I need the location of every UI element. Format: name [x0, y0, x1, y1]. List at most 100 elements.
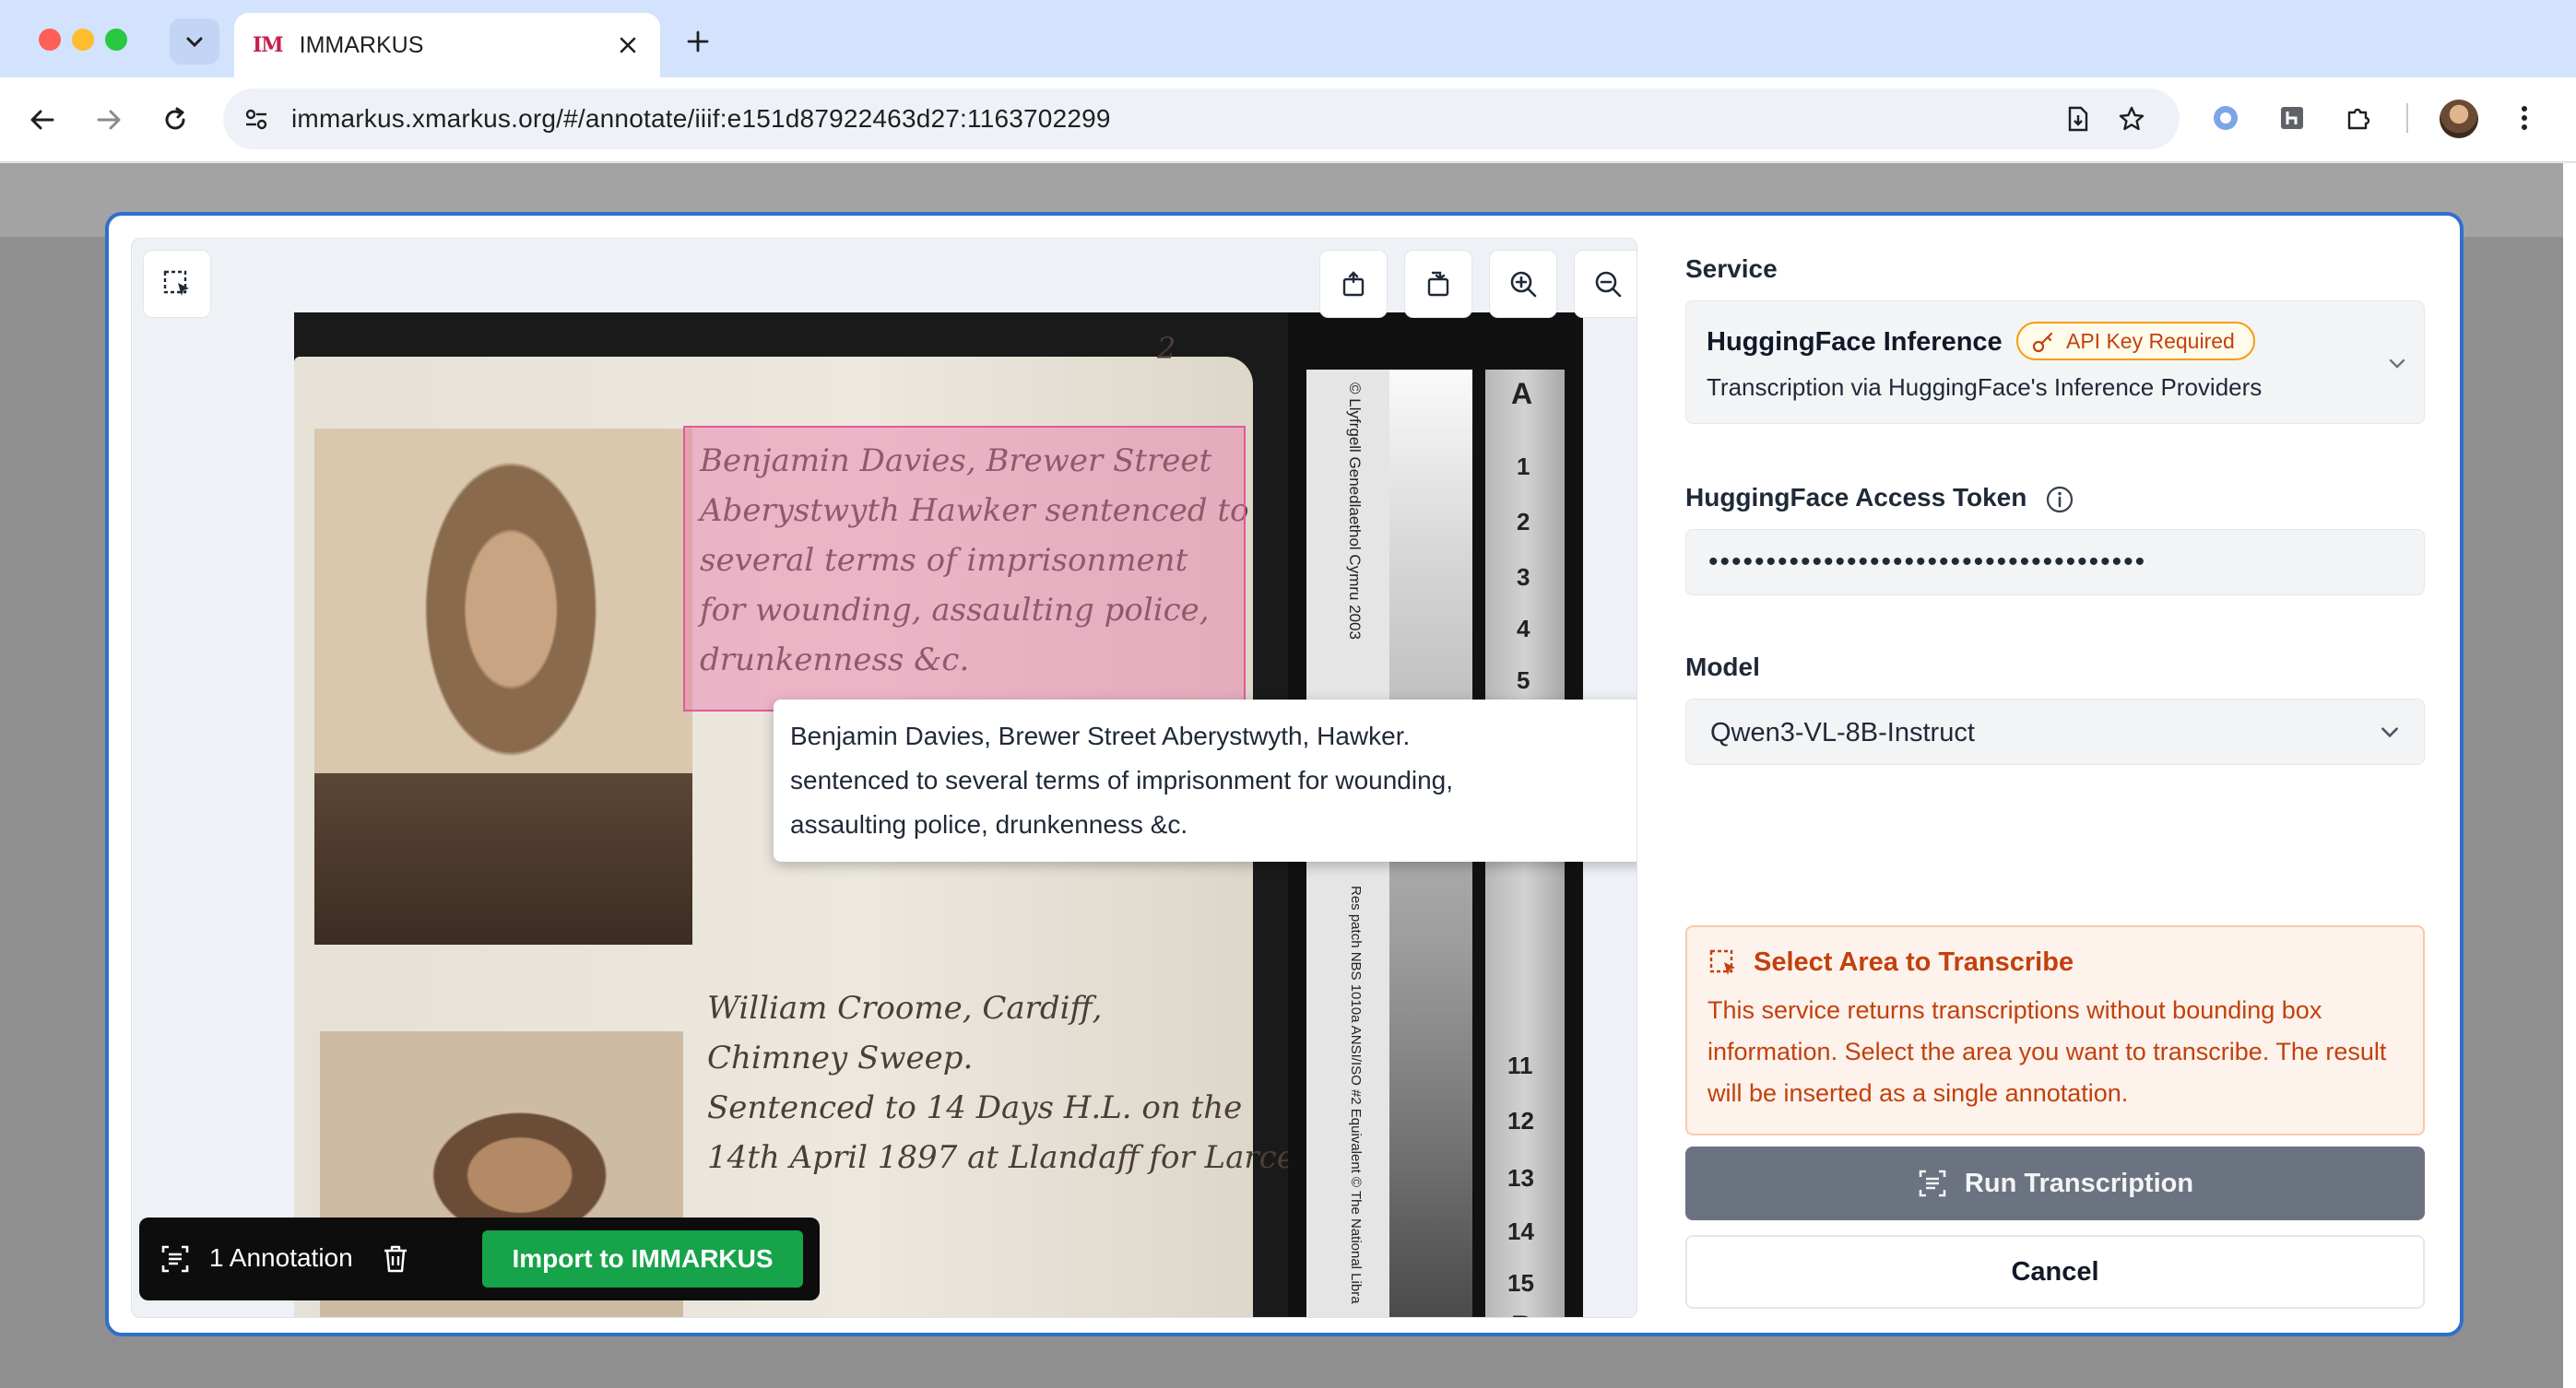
trash-icon[interactable]: [381, 1243, 410, 1275]
ruler-number: 3: [1517, 563, 1530, 591]
chevron-down-icon: [2383, 349, 2411, 377]
immarkus-favicon-icon: IM: [253, 33, 284, 57]
service-settings-panel: Service HuggingFace Inference API Key Re…: [1685, 216, 2441, 1333]
zoom-out-icon: [1595, 271, 1622, 298]
service-description: Transcription via HuggingFace's Inferenc…: [1707, 373, 2263, 401]
tab-search-button[interactable]: [170, 18, 219, 65]
strip-text-bottom: Res patch NBS 1010a ANSI/ISO #2 Equivale…: [1348, 886, 1364, 1304]
model-value: Qwen3-VL-8B-Instruct: [1710, 718, 1975, 747]
page-scroll-edge: [2563, 163, 2576, 1388]
close-icon: [620, 37, 636, 53]
select-area-icon: [163, 270, 189, 296]
key-icon: [2032, 332, 2053, 353]
annotation-icon: [161, 1245, 189, 1273]
site-settings-button[interactable]: [238, 100, 275, 137]
transcription-text: Benjamin Davies, Brewer Street Aberystwy…: [790, 722, 1454, 839]
alert-title: Select Area to Transcribe: [1754, 947, 2074, 977]
mugshot-photo-1-coat: [314, 773, 692, 945]
new-tab-button[interactable]: [677, 20, 719, 63]
rotate-left-button[interactable]: [1319, 250, 1388, 318]
arrow-left-icon: [30, 110, 54, 130]
zoom-in-icon: [1510, 271, 1537, 298]
model-select[interactable]: Qwen3-VL-8B-Instruct: [1685, 699, 2425, 765]
kebab-menu-icon: [2522, 106, 2527, 130]
service-select[interactable]: HuggingFace Inference API Key Required T…: [1685, 300, 2425, 424]
extension-icon-1[interactable]: [2205, 98, 2246, 138]
transcription-modal: 2 Benjamin Davies, Brewer Street Aberyst…: [105, 212, 2464, 1336]
star-icon: [2119, 106, 2145, 131]
tune-icon: [245, 109, 267, 130]
ruler-number: 14: [1507, 1217, 1534, 1245]
profile-avatar[interactable]: [2440, 100, 2478, 138]
forward-button[interactable]: [87, 98, 131, 142]
import-to-immarkus-button[interactable]: Import to IMMARKUS: [482, 1230, 803, 1288]
install-app-button[interactable]: [2060, 100, 2097, 137]
browser-tab[interactable]: IM IMMARKUS: [234, 13, 660, 77]
extension-loop-icon: [2214, 106, 2238, 130]
tab-title: IMMARKUS: [299, 31, 424, 58]
reload-icon: [165, 107, 185, 130]
rotate-right-icon: [1427, 271, 1449, 297]
rotate-left-icon: [1342, 271, 1365, 297]
service-label: Service: [1685, 254, 1778, 283]
image-viewer: 2 Benjamin Davies, Brewer Street Aberyst…: [131, 238, 1637, 1318]
cancel-button[interactable]: Cancel: [1685, 1235, 2425, 1309]
access-token-input[interactable]: ••••••••••••••••••••••••••••••••••••••: [1685, 529, 2425, 595]
extensions-button[interactable]: [2338, 98, 2379, 138]
bookmark-button[interactable]: [2113, 100, 2150, 137]
alert-body: This service returns transcriptions with…: [1707, 996, 2387, 1107]
chevron-down-icon: [2376, 718, 2404, 746]
ruler-number: 4: [1517, 615, 1530, 642]
ruler-number: 11: [1507, 1052, 1533, 1079]
window-maximize-button[interactable]: [105, 29, 127, 51]
ruler-number: 1: [1517, 453, 1530, 480]
annotation-toolbar: 1 Annotation Import to IMMARKUS: [139, 1217, 820, 1300]
rotate-right-button[interactable]: [1404, 250, 1472, 318]
zoom-out-button[interactable]: [1574, 250, 1637, 318]
ruler-letter-a: A: [1511, 377, 1533, 410]
url-text[interactable]: immarkus.xmarkus.org/#/annotate/iiif:e15…: [291, 104, 1111, 134]
tab-close-button[interactable]: [612, 29, 644, 61]
handwriting-line: 14th April 1897 at Llandaff for Larceny: [707, 1139, 1333, 1176]
back-button[interactable]: [20, 98, 65, 142]
select-area-icon: [1709, 949, 1735, 975]
api-key-required-badge: API Key Required: [2016, 322, 2255, 360]
extension-h-icon: [2281, 107, 2303, 129]
handwriting-line: William Croome, Cardiff,: [707, 990, 1103, 1027]
ruler-number: 12: [1507, 1107, 1534, 1135]
handwriting-line: Sentenced to 14 Days H.L. on the: [707, 1089, 1243, 1126]
annotation-count: 1 Annotation: [209, 1243, 353, 1272]
service-name: HuggingFace Inference: [1707, 327, 2003, 357]
ruler-number: 13: [1507, 1164, 1534, 1192]
zoom-in-button[interactable]: [1489, 250, 1557, 318]
model-label: Model: [1685, 653, 1760, 681]
run-transcription-label: Run Transcription: [1964, 1168, 2194, 1198]
transcription-icon: [1919, 1170, 1946, 1197]
window-close-button[interactable]: [39, 29, 61, 51]
extension-icon-2[interactable]: [2272, 98, 2312, 138]
browser-toolbar: immarkus.xmarkus.org/#/annotate/iiif:e15…: [0, 77, 2576, 162]
info-icon[interactable]: [2045, 485, 2074, 514]
run-transcription-button[interactable]: Run Transcription: [1685, 1147, 2425, 1220]
address-bar[interactable]: immarkus.xmarkus.org/#/annotate/iiif:e15…: [223, 88, 2180, 149]
handwriting-line: Chimney Sweep.: [707, 1040, 974, 1076]
select-area-button[interactable]: [143, 250, 211, 318]
plus-icon: [687, 30, 709, 53]
browser-menu-button[interactable]: [2504, 98, 2545, 138]
puzzle-icon: [2347, 108, 2370, 130]
annotation-highlight[interactable]: [683, 426, 1246, 712]
strip-text-top: © Llyfrgell Genedlaethol Cymru 2003: [1346, 382, 1364, 641]
transcription-popup: Benjamin Davies, Brewer Street Aberystwy…: [774, 700, 1637, 862]
handwriting-entry-2: William Croome, Cardiff, Chimney Sweep. …: [707, 983, 1333, 1182]
arrow-right-icon: [97, 110, 121, 130]
select-area-alert: Select Area to Transcribe This service r…: [1685, 925, 2425, 1135]
ruler-number: 15: [1507, 1269, 1534, 1297]
ruler-number: 2: [1517, 508, 1530, 535]
page-number: 2: [1157, 331, 1176, 366]
window-minimize-button[interactable]: [72, 29, 94, 51]
install-app-icon: [2068, 106, 2088, 132]
ruler-number: 5: [1517, 666, 1530, 694]
ruler-letter-b: B: [1511, 1310, 1532, 1317]
reload-button[interactable]: [153, 98, 197, 142]
badge-text: API Key Required: [2066, 329, 2235, 353]
